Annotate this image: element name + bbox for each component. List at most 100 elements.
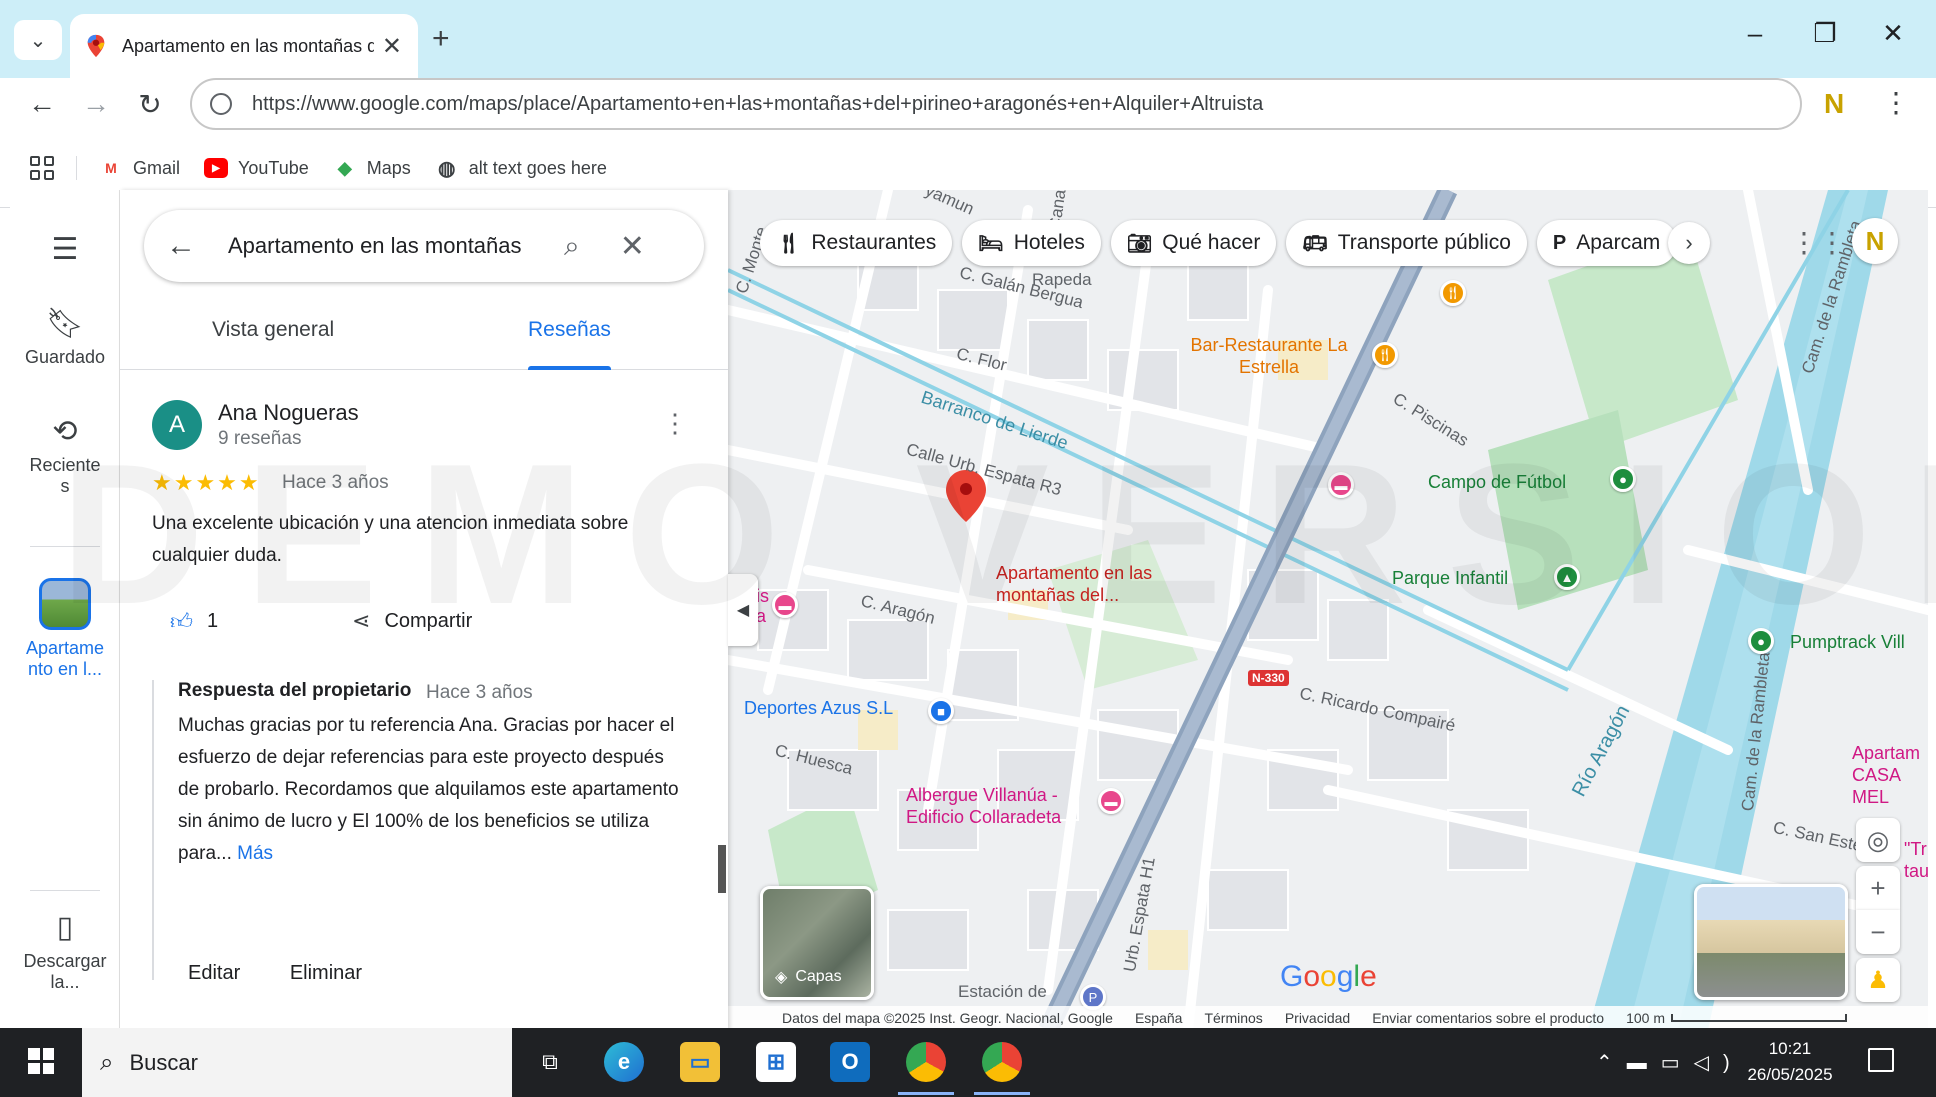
edit-button[interactable]: Editar xyxy=(188,962,240,985)
shop-pin-icon[interactable]: ■ xyxy=(928,698,954,724)
clock[interactable]: 10:21 26/05/2025 xyxy=(1740,1036,1840,1088)
close-icon[interactable]: ✕ xyxy=(382,32,402,61)
store-icon[interactable]: ⊞ xyxy=(756,1042,796,1082)
hotel-pin-icon[interactable]: ▬ xyxy=(1098,788,1124,814)
recent-label: Reciente s xyxy=(29,455,101,496)
address-bar[interactable]: https://www.google.com/maps/place/Aparta… xyxy=(190,78,1802,130)
saved-button[interactable]: 🔖︎ Guardado xyxy=(10,306,120,368)
layers-button[interactable]: ◈ Capas xyxy=(760,886,874,1000)
chip-label: Transporte público xyxy=(1337,231,1511,254)
close-icon[interactable]: ✕ xyxy=(620,229,645,264)
more-vert-icon[interactable]: ⋮ xyxy=(1882,86,1910,119)
edge-icon[interactable]: e xyxy=(604,1042,644,1082)
country-link[interactable]: España xyxy=(1135,1010,1182,1026)
bookmark-youtube[interactable]: ▶ YouTube xyxy=(204,158,309,179)
pegman-icon[interactable]: ♟ xyxy=(1856,958,1900,1002)
chrome-icon[interactable] xyxy=(982,1042,1022,1082)
zoom-out-button[interactable]: − xyxy=(1856,910,1900,954)
menu-button[interactable]: ☰ xyxy=(10,232,120,273)
download-app-button[interactable]: ▯ Descargar la... xyxy=(10,910,120,993)
owner-response-body: Muchas gracias por tu referencia Ana. Gr… xyxy=(178,715,679,864)
poi-label: is a xyxy=(756,586,769,626)
site-info-icon[interactable] xyxy=(210,93,232,115)
window-close-button[interactable]: ✕ xyxy=(1868,18,1918,49)
zoom-in-button[interactable]: + xyxy=(1856,866,1900,910)
task-view-icon[interactable]: ⧉ xyxy=(530,1042,570,1082)
poi-label[interactable]: Albergue Villanúa - Edificio Collaradeta xyxy=(906,784,1092,828)
divider xyxy=(76,156,77,180)
poi-label[interactable]: Parque Infantil xyxy=(1392,568,1508,589)
poi-label[interactable]: Campo de Fútbol xyxy=(1428,472,1566,493)
review-date: Hace 3 años xyxy=(282,472,389,493)
search-icon[interactable]: ⌕ xyxy=(564,230,580,263)
panel-scrollbar[interactable] xyxy=(718,845,726,893)
owner-response-text: Muchas gracias por tu referencia Ana. Gr… xyxy=(178,710,688,870)
system-tray[interactable]: ⌃▬▭◁) xyxy=(1596,1050,1744,1075)
park-pin-icon[interactable]: ● xyxy=(1610,466,1636,492)
apps-icon[interactable] xyxy=(30,156,54,180)
scale-label[interactable]: 100 m xyxy=(1626,1010,1665,1026)
forward-icon[interactable]: → xyxy=(76,88,116,120)
share-button[interactable]: ⋖ Compartir xyxy=(352,608,472,634)
poi-label[interactable]: Estación de xyxy=(958,982,1047,1002)
avatar[interactable]: A xyxy=(152,400,202,450)
extension-icon[interactable]: N xyxy=(1824,88,1844,120)
poi-label[interactable]: Bar-Restaurante La Estrella xyxy=(1184,334,1354,378)
back-arrow-icon[interactable]: ← xyxy=(166,229,206,263)
park-pin-icon[interactable]: ● xyxy=(1748,628,1774,654)
like-count: 1 xyxy=(207,610,219,632)
chip-parking[interactable]: P Aparcam xyxy=(1536,220,1677,266)
poi-label[interactable]: Deportes Azus S.L xyxy=(744,698,893,719)
notifications-icon[interactable] xyxy=(1868,1048,1894,1072)
park-pin-icon[interactable]: ▲ xyxy=(1554,564,1580,590)
more-vert-icon[interactable]: ⋮ xyxy=(662,408,688,439)
poi-label[interactable]: Apartam CASA MEL xyxy=(1852,742,1928,808)
reload-icon[interactable]: ↻ xyxy=(130,88,170,121)
poi-label: "Tr taur xyxy=(1904,839,1928,881)
reviewer-name[interactable]: Ana Nogueras xyxy=(218,400,359,426)
file-explorer-icon[interactable]: ▭ xyxy=(680,1042,720,1082)
feedback-link[interactable]: Enviar comentarios sobre el producto xyxy=(1372,1010,1604,1026)
selected-place-label[interactable]: Apartamento en las montañas del... xyxy=(996,562,1166,606)
street-view-thumbnail[interactable] xyxy=(1694,884,1848,1000)
search-input[interactable]: Apartamento en las montañas xyxy=(228,233,538,259)
restaurant-pin-icon[interactable]: 🍴︎ xyxy=(1372,342,1398,368)
privacy-link[interactable]: Privacidad xyxy=(1285,1010,1350,1026)
recent-button[interactable]: ⟲ Reciente s xyxy=(10,414,120,497)
bookmark-alt-text[interactable]: ◍ alt text goes here xyxy=(435,157,607,180)
like-button[interactable]: 👍︎ 1 xyxy=(170,608,218,635)
collapse-panel-button[interactable]: ◀ xyxy=(728,574,758,646)
map-canvas[interactable]: C. Galán Bergua C. Flor Barranco de Lier… xyxy=(728,190,1928,1030)
chip-restaurants[interactable]: 🍴︎ Restaurantes xyxy=(760,220,953,266)
tab-reviews[interactable]: Reseñas xyxy=(528,308,611,370)
bookmark-label: Maps xyxy=(366,157,411,178)
chevron-right-icon[interactable]: › xyxy=(1668,222,1710,264)
terms-link[interactable]: Términos xyxy=(1204,1010,1262,1026)
globe-icon: ◍ xyxy=(438,157,456,180)
outlook-icon[interactable]: O xyxy=(830,1042,870,1082)
my-location-icon[interactable]: ◎ xyxy=(1856,818,1900,862)
bookmark-gmail[interactable]: M Gmail xyxy=(99,158,180,179)
tab-search-button[interactable]: ⌄ xyxy=(14,20,62,60)
hotel-pin-icon[interactable]: ▬ xyxy=(1328,472,1354,498)
back-icon[interactable]: ← xyxy=(22,88,62,120)
restaurant-pin-icon[interactable]: 🍴︎ xyxy=(1440,280,1466,306)
account-avatar[interactable]: N xyxy=(1852,218,1898,264)
search-box[interactable]: ← Apartamento en las montañas ⌕ ✕ xyxy=(144,210,704,282)
windows-start-icon[interactable] xyxy=(28,1048,54,1074)
restore-button[interactable]: ❐ xyxy=(1800,18,1850,49)
chrome-icon[interactable] xyxy=(906,1042,946,1082)
more-link[interactable]: Más xyxy=(237,843,273,864)
delete-button[interactable]: Eliminar xyxy=(290,962,362,985)
chip-transit[interactable]: 🚌︎ Transporte público xyxy=(1286,220,1527,266)
recent-place-button[interactable]: Apartame nto en l... xyxy=(10,578,120,680)
chip-hotels[interactable]: 🛏︎ Hoteles xyxy=(962,220,1101,266)
minimize-button[interactable]: – xyxy=(1730,18,1780,49)
tab-overview[interactable]: Vista general xyxy=(212,308,334,370)
browser-tab[interactable]: Apartamento en las montañas del pirineo … xyxy=(70,14,418,78)
taskbar-search[interactable]: ⌕ Buscar xyxy=(82,1028,512,1097)
bookmark-maps[interactable]: ◆ Maps xyxy=(333,158,411,179)
new-tab-button[interactable]: + xyxy=(432,22,450,56)
poi-label[interactable]: Pumptrack Vill xyxy=(1790,632,1905,653)
chip-things-to-do[interactable]: 📷︎ Qué hacer xyxy=(1110,220,1277,266)
